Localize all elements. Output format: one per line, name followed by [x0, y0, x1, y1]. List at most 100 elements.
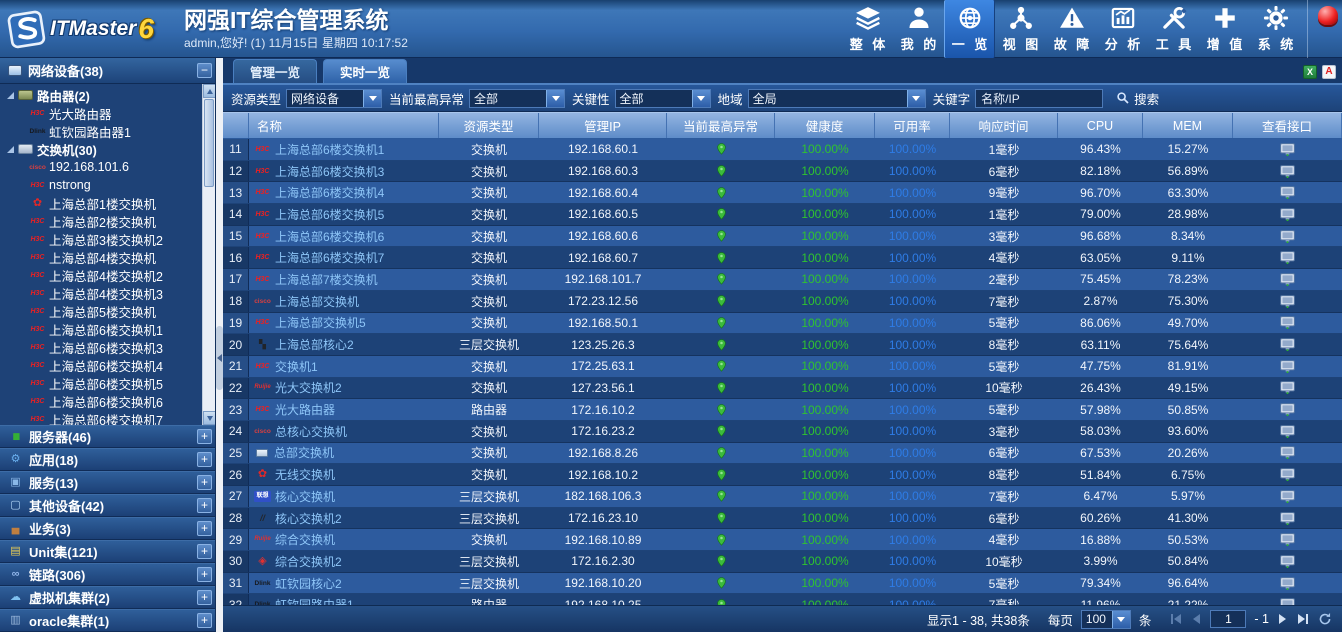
refresh-icon[interactable] [1318, 612, 1332, 626]
tab-manage-overview[interactable]: 管理一览 [233, 59, 317, 83]
region-select[interactable]: 全局 [748, 89, 926, 108]
scroll-down-arrow-icon[interactable] [203, 411, 215, 425]
sidebar-section-links[interactable]: ∞ 链路(306) + [0, 563, 215, 586]
table-row[interactable]: 21 H3C交换机1 交换机 172.25.63.1 100.00% 100.0… [223, 356, 1342, 378]
nav-item-mine[interactable]: 我 的 [893, 0, 944, 58]
table-row[interactable]: 20 ▚上海总部核心2 三层交换机 123.25.26.3 100.00% 10… [223, 334, 1342, 356]
table-row[interactable]: 25 总部交换机 交换机 192.168.8.26 100.00% 100.00… [223, 443, 1342, 465]
tree-item[interactable]: H3C 上海总部6楼交换机7 [0, 410, 215, 425]
collapse-minus-button[interactable]: − [197, 63, 212, 78]
column-header[interactable]: 当前最高异常 [667, 113, 775, 138]
expand-plus-button[interactable]: + [197, 498, 212, 513]
device-name-link[interactable]: 上海总部6楼交换机5 [275, 206, 384, 223]
table-row[interactable]: 30 ◈综合交换机2 三层交换机 172.16.2.30 100.00% 100… [223, 551, 1342, 573]
sidebar-section-unit-set[interactable]: ▤ Unit集(121) + [0, 540, 215, 563]
tree-item[interactable]: H3C nstrong [0, 176, 215, 194]
column-header[interactable]: 名称 [249, 113, 439, 138]
sidebar-splitter[interactable] [216, 58, 223, 632]
column-header[interactable]: 查看接口 [1233, 113, 1342, 138]
tree-expand-arrow-icon[interactable] [7, 92, 14, 99]
scroll-up-arrow-icon[interactable] [203, 84, 215, 98]
view-interface-button[interactable] [1280, 316, 1295, 329]
view-interface-button[interactable] [1280, 273, 1295, 286]
column-header[interactable]: MEM [1143, 113, 1233, 138]
device-name-link[interactable]: 上海总部6楼交换机1 [275, 141, 384, 158]
view-interface-button[interactable] [1280, 360, 1295, 373]
nav-item-tools[interactable]: 工 具 [1148, 0, 1199, 58]
export-pdf-icon[interactable] [1322, 65, 1336, 79]
view-interface-button[interactable] [1280, 165, 1295, 178]
next-page-button[interactable] [1277, 614, 1288, 624]
tree-item[interactable]: H3C 上海总部6楼交换机3 [0, 338, 215, 356]
sidebar-section-applications[interactable]: ⚙ 应用(18) + [0, 448, 215, 471]
device-name-link[interactable]: 交换机1 [275, 358, 318, 375]
nav-item-fault[interactable]: 故 障 [1046, 0, 1097, 58]
table-row[interactable]: 17 H3C上海总部7楼交换机 交换机 192.168.101.7 100.00… [223, 269, 1342, 291]
table-row[interactable]: 15 H3C上海总部6楼交换机6 交换机 192.168.60.6 100.00… [223, 226, 1342, 248]
criticality-select[interactable]: 全部 [615, 89, 711, 108]
alarm-icon[interactable] [1318, 6, 1338, 25]
tree-item[interactable]: H3C 上海总部4楼交换机3 [0, 284, 215, 302]
view-interface-button[interactable] [1280, 446, 1295, 459]
view-interface-button[interactable] [1280, 251, 1295, 264]
tree-item[interactable]: H3C 上海总部6楼交换机4 [0, 356, 215, 374]
tree-item[interactable]: H3C 上海总部4楼交换机 [0, 248, 215, 266]
device-name-link[interactable]: 核心交换机 [275, 488, 335, 505]
table-row[interactable]: 26 ✿无线交换机 交换机 192.168.10.2 100.00% 100.0… [223, 464, 1342, 486]
first-page-button[interactable] [1169, 614, 1183, 624]
view-interface-button[interactable] [1280, 208, 1295, 221]
chevron-down-icon[interactable] [1112, 611, 1130, 628]
table-row[interactable]: 23 H3C光大路由器 路由器 172.16.10.2 100.00% 100.… [223, 399, 1342, 421]
device-name-link[interactable]: 上海总部6楼交换机7 [275, 249, 384, 266]
table-row[interactable]: 32 Dlink虹钦园路由器1 路由器 192.168.10.25 100.00… [223, 594, 1342, 605]
device-name-link[interactable]: 光大交换机2 [275, 379, 342, 396]
scrollbar-thumb[interactable] [204, 99, 214, 187]
sidebar-section-vm-cluster[interactable]: ☁ 虚拟机集群(2) + [0, 586, 215, 609]
table-row[interactable]: 19 H3C上海总部交换机5 交换机 192.168.50.1 100.00% … [223, 313, 1342, 335]
tree-item[interactable]: H3C 上海总部4楼交换机2 [0, 266, 215, 284]
view-interface-button[interactable] [1280, 338, 1295, 351]
table-row[interactable]: 27 联想核心交换机 三层交换机 182.168.106.3 100.00% 1… [223, 486, 1342, 508]
expand-plus-button[interactable]: + [197, 544, 212, 559]
tree-item[interactable]: ✿ 上海总部1楼交换机 [0, 194, 215, 212]
search-button[interactable]: 搜索 [1116, 89, 1159, 108]
sidebar-section-business[interactable]: ▄ 业务(3) + [0, 517, 215, 540]
expand-plus-button[interactable]: + [197, 452, 212, 467]
sidebar-section-oracle-cluster[interactable]: ▥ oracle集群(1) + [0, 609, 215, 632]
device-name-link[interactable]: 上海总部核心2 [275, 336, 354, 353]
device-name-link[interactable]: 总部交换机 [274, 444, 334, 461]
view-interface-button[interactable] [1280, 490, 1295, 503]
device-name-link[interactable]: 上海总部交换机 [275, 293, 359, 310]
tree-item[interactable]: H3C 上海总部3楼交换机2 [0, 230, 215, 248]
view-interface-button[interactable] [1280, 403, 1295, 416]
view-interface-button[interactable] [1280, 512, 1295, 525]
column-header[interactable]: 响应时间 [950, 113, 1058, 138]
table-row[interactable]: 11 H3C上海总部6楼交换机1 交换机 192.168.60.1 100.00… [223, 139, 1342, 161]
chevron-down-icon[interactable] [907, 90, 925, 107]
expand-plus-button[interactable]: + [197, 567, 212, 582]
tree-scrollbar[interactable] [202, 84, 215, 425]
expand-plus-button[interactable]: + [197, 613, 212, 628]
nav-item-system[interactable]: 系 统 [1250, 0, 1301, 58]
sidebar-header-network-devices[interactable]: 网络设备(38) − [0, 58, 215, 84]
nav-item-overall[interactable]: 整 体 [842, 0, 893, 58]
view-interface-button[interactable] [1280, 533, 1295, 546]
device-name-link[interactable]: 综合交换机2 [275, 553, 342, 570]
export-excel-icon[interactable] [1303, 65, 1317, 79]
device-name-link[interactable]: 虹钦园核心2 [275, 575, 342, 592]
view-interface-button[interactable] [1280, 555, 1295, 568]
table-row[interactable]: 31 Dlink虹钦园核心2 三层交换机 192.168.10.20 100.0… [223, 573, 1342, 595]
per-page-select[interactable]: 100 [1081, 610, 1131, 629]
view-interface-button[interactable] [1280, 577, 1295, 590]
tab-realtime-overview[interactable]: 实时一览 [323, 59, 407, 83]
table-row[interactable]: 12 H3C上海总部6楼交换机3 交换机 192.168.60.3 100.00… [223, 161, 1342, 183]
sidebar-section-other-devices[interactable]: ▢ 其他设备(42) + [0, 494, 215, 517]
table-row[interactable]: 24 cisco总核心交换机 交换机 172.16.23.2 100.00% 1… [223, 421, 1342, 443]
device-name-link[interactable]: 上海总部6楼交换机4 [275, 184, 384, 201]
last-page-button[interactable] [1296, 614, 1310, 624]
table-row[interactable]: 29 Ruijie综合交换机 交换机 192.168.10.89 100.00%… [223, 529, 1342, 551]
nav-item-overview[interactable]: 一 览 [944, 0, 995, 58]
resource-type-select[interactable]: 网络设备 [286, 89, 382, 108]
top-abnormal-select[interactable]: 全部 [469, 89, 565, 108]
view-interface-button[interactable] [1280, 230, 1295, 243]
